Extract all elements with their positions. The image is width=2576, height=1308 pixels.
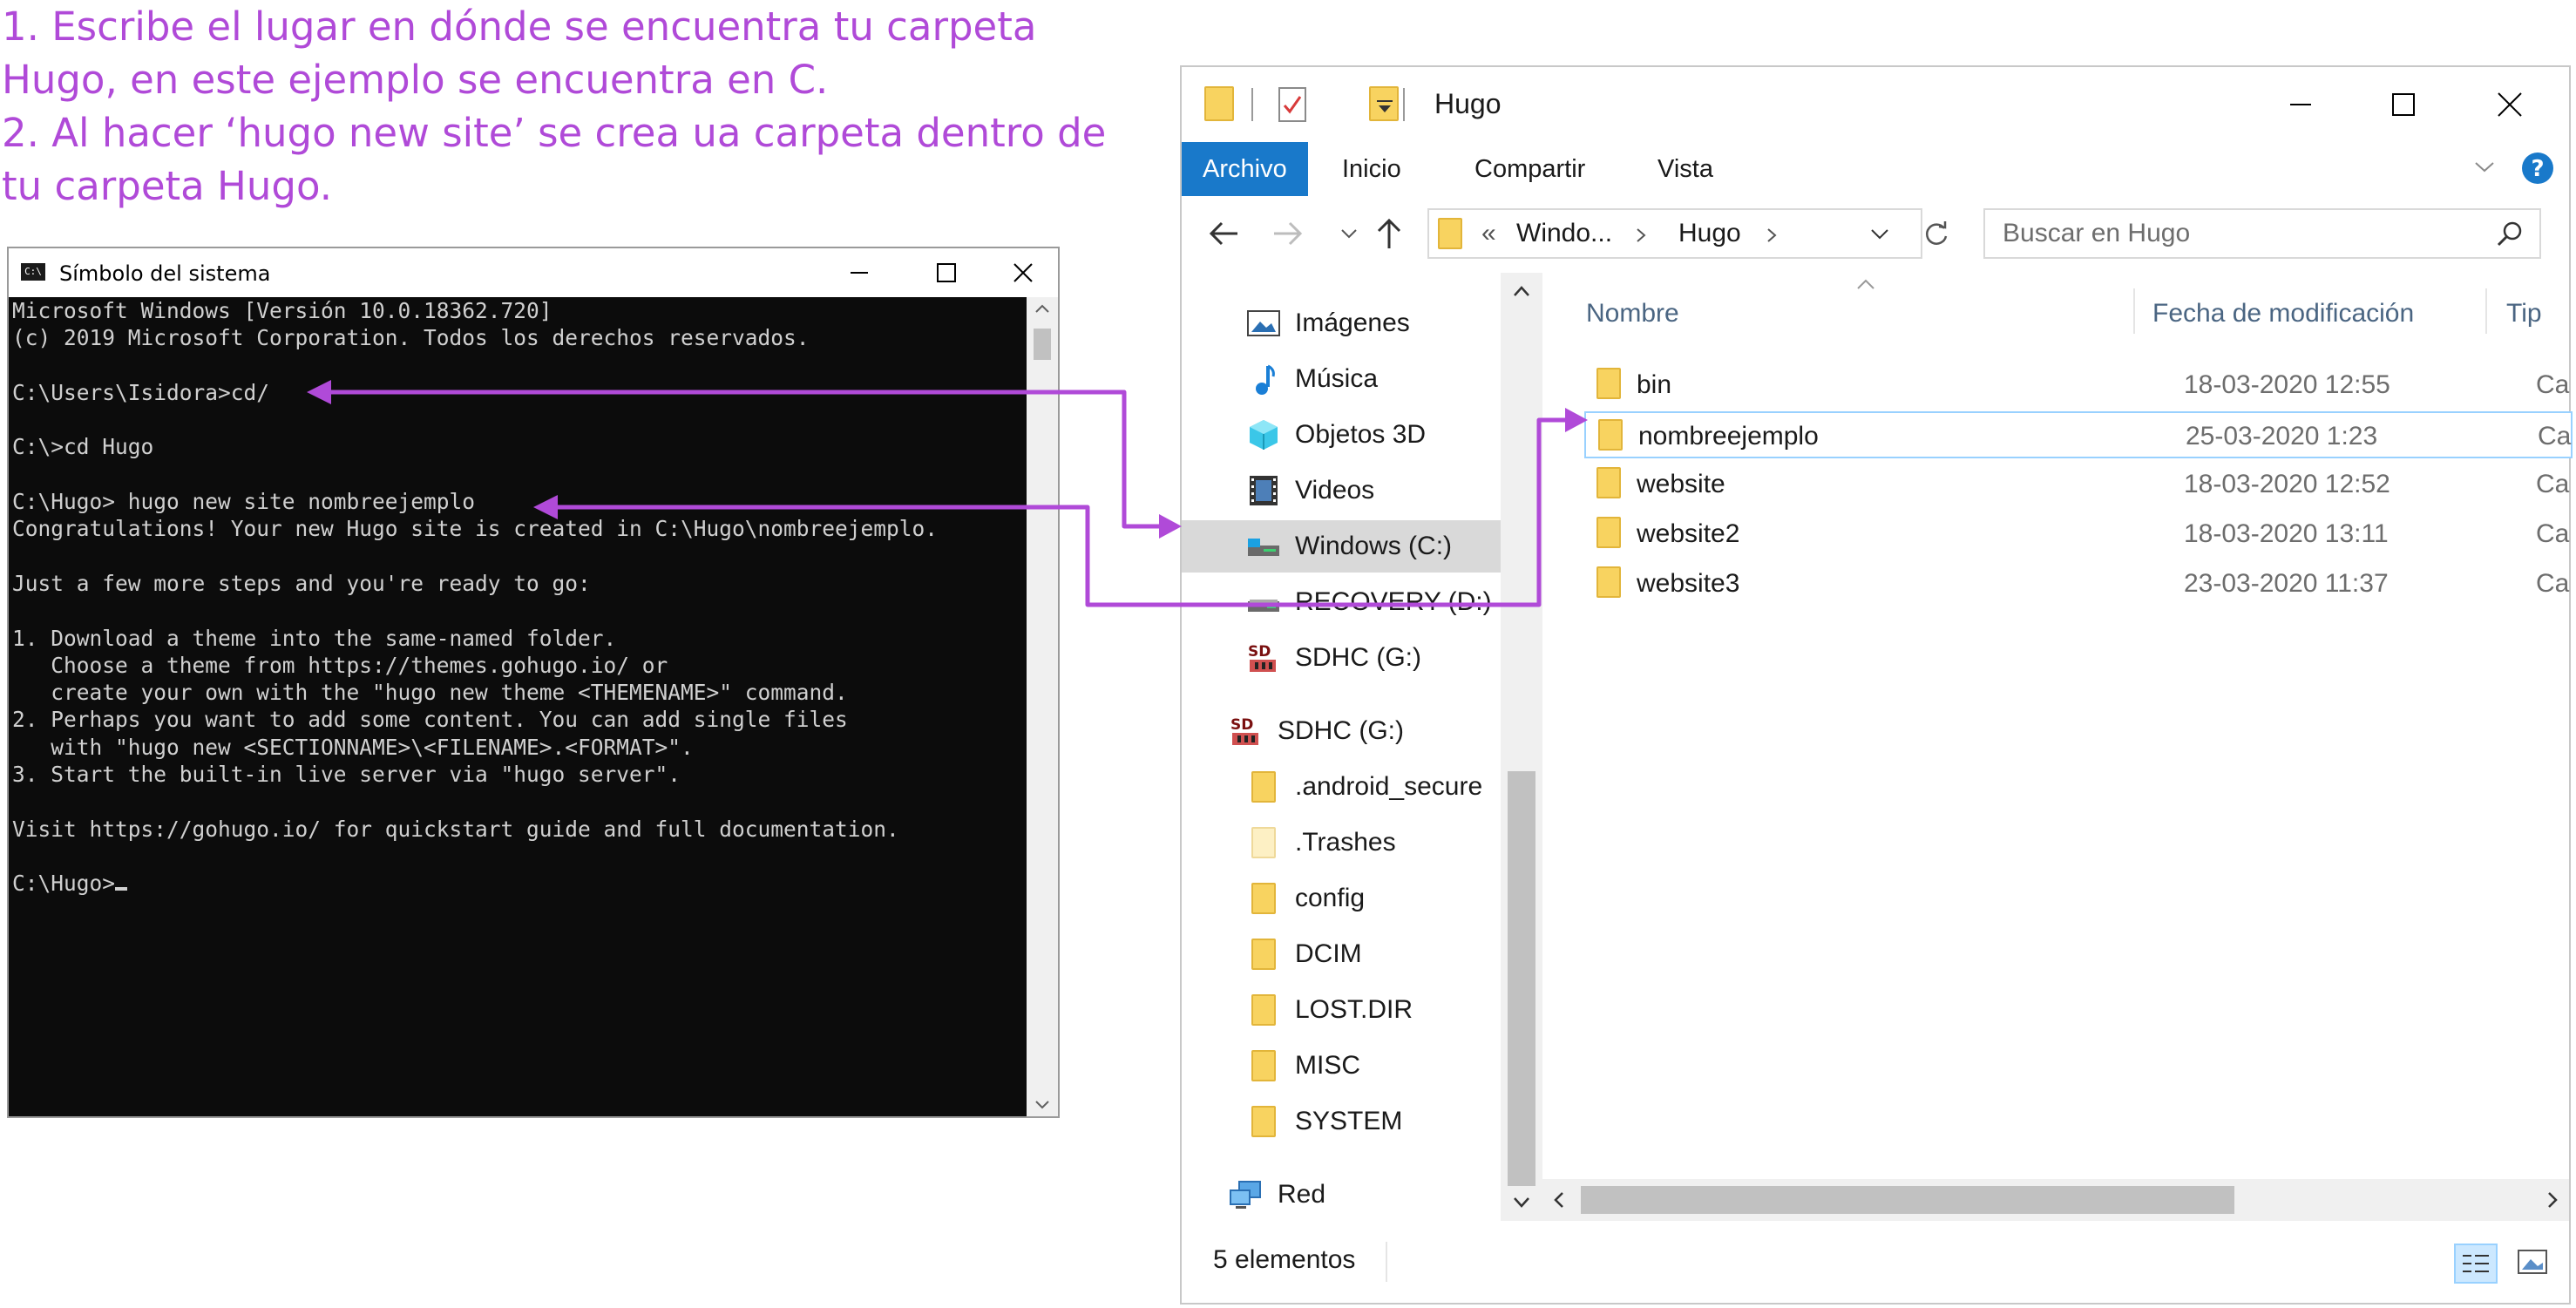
arrowhead-newsite-icon: [533, 495, 558, 519]
arrowhead-nombreejemplo-icon: [1565, 408, 1588, 432]
arrowhead-cd-icon: [307, 380, 331, 404]
arrow-newsite-to-nombreejemplo: [549, 417, 1574, 607]
arrowhead-windows-c-icon: [1159, 514, 1182, 539]
annotation-arrows: [307, 380, 1588, 607]
